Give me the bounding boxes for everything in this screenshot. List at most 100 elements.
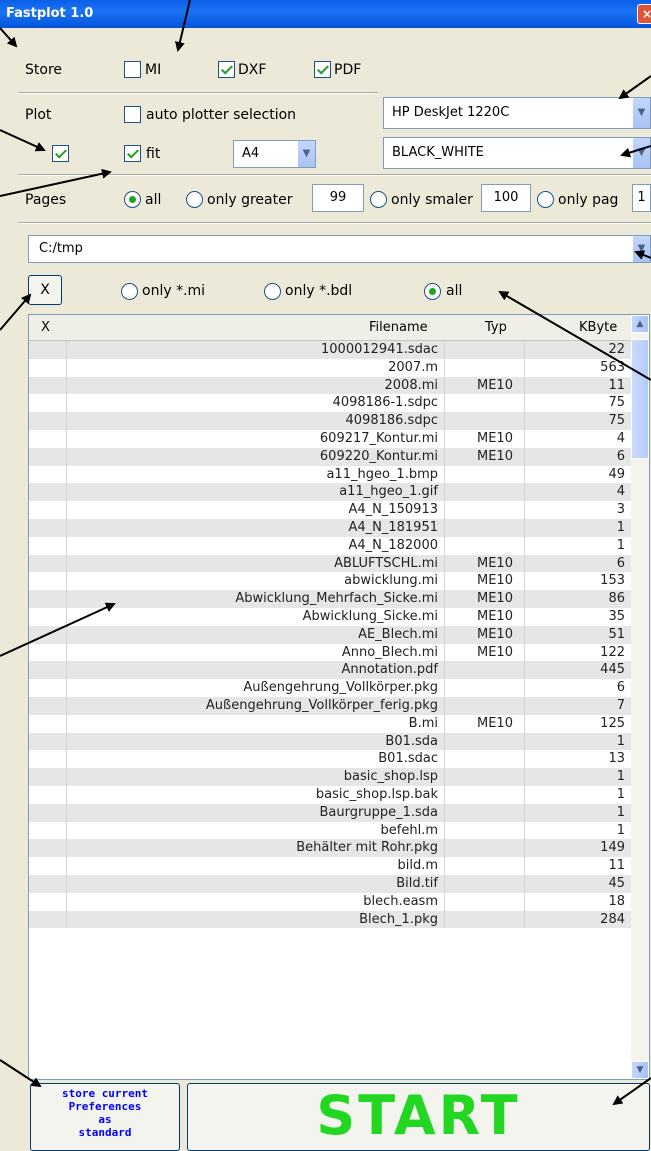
pages-label: Pages [25,192,67,208]
select-cell [29,554,67,573]
type-cell [445,732,525,751]
type-cell: ME10 [445,590,525,608]
plotter-select[interactable]: HP DeskJet 1220C ▼ [383,97,651,129]
table-row[interactable]: basic_shop.lsp.bak 1 [29,785,633,804]
size-cell: 75 [608,413,625,429]
filter-mi-radio[interactable] [121,283,138,300]
path-select[interactable]: C:/tmp ▼ [28,235,651,263]
pages-only-radio[interactable] [537,191,554,208]
table-row[interactable]: Abwicklung_Sicke.mi ME10 35 [29,607,633,626]
scroll-up-icon[interactable]: ▲ [631,315,649,333]
fit-checkbox[interactable] [124,145,141,162]
table-row[interactable]: blech.easm 18 [29,892,633,911]
table-row[interactable]: A4_N_181951 1 [29,518,633,537]
table-row[interactable]: B01.sda 1 [29,732,633,751]
store-dxf-checkbox[interactable] [218,61,235,78]
pages-only-input[interactable]: 1 [632,184,651,212]
table-row[interactable]: AE_Blech.mi ME10 51 [29,625,633,644]
col-header-typ[interactable]: Typ [485,320,507,335]
store-pdf-label: PDF [334,62,362,78]
type-cell: ME10 [445,572,525,591]
type-cell: ME10 [445,376,525,395]
color-mode-value: BLACK_WHITE [392,145,484,160]
table-row[interactable]: 2007.m 563 [29,358,633,377]
table-row[interactable]: abwicklung.mi ME10 153 [29,572,633,591]
table-row[interactable]: B01.sdac 13 [29,750,633,769]
select-cell [29,714,67,733]
select-cell [29,857,67,875]
filename-cell: A4_N_182000 [67,536,445,555]
pages-all-radio[interactable] [124,191,141,208]
filename-cell: 2007.m [67,358,445,377]
start-button[interactable]: START [187,1083,650,1151]
pages-greater-radio[interactable] [186,191,203,208]
pages-smaller-radio[interactable] [370,191,387,208]
clear-selection-button[interactable]: X [28,275,62,305]
file-table[interactable]: X Filename Typ KByte 1000012941.sdac 22 20… [28,314,650,1080]
select-cell [29,447,67,466]
table-row[interactable]: befehl.m 1 [29,821,633,840]
table-row[interactable]: a11_hgeo_1.gif 4 [29,483,633,502]
table-row[interactable]: Annotation.pdf 445 [29,661,633,680]
table-row[interactable]: Bild.tif 45 [29,874,633,893]
table-row[interactable]: a11_hgeo_1.bmp 49 [29,465,633,484]
pages-greater-input[interactable]: 99 [312,184,364,212]
chevron-down-icon[interactable]: ▼ [297,141,315,167]
table-row[interactable]: Außengehrung_Vollkörper_ferig.pkg 7 [29,696,633,715]
filter-all-radio[interactable] [424,283,441,300]
filter-bdl-radio[interactable] [264,283,281,300]
table-row[interactable]: 1000012941.sdac 22 [29,341,633,359]
table-row[interactable]: Behälter mit Rohr.pkg 149 [29,839,633,858]
store-mi-checkbox[interactable] [124,61,141,78]
divider [18,222,651,224]
size-cell: 1 [616,519,625,535]
filename-cell: AE_Blech.mi [67,625,445,644]
table-row[interactable]: Baurgruppe_1.sda 1 [29,803,633,822]
type-cell: ME10 [445,625,525,644]
select-cell [29,750,67,769]
filename-cell: Abwicklung_Sicke.mi [67,607,445,626]
table-row[interactable]: 609220_Kontur.mi ME10 6 [29,447,633,466]
chevron-down-icon[interactable]: ▼ [632,98,650,128]
store-mi-label: MI [145,62,162,78]
col-header-x[interactable]: X [41,320,50,335]
col-header-kbyte[interactable]: KByte [579,320,617,335]
color-mode-select[interactable]: BLACK_WHITE ▼ [383,137,651,169]
size-cell: 45 [608,875,625,891]
scroll-down-icon[interactable]: ▼ [631,1061,649,1079]
pages-only-label: only pag [558,192,619,208]
size-cell: 11 [608,858,625,874]
store-pdf-checkbox[interactable] [314,61,331,78]
col-header-filename[interactable]: Filename [369,320,428,335]
select-cell [29,768,67,786]
table-row[interactable]: basic_shop.lsp 1 [29,768,633,786]
table-row[interactable]: Anno_Blech.mi ME10 122 [29,643,633,662]
size-cell: 13 [608,751,625,767]
store-preferences-button[interactable]: store current Preferences as standard [30,1083,180,1151]
table-row[interactable]: Blech_1.pkg 284 [29,910,633,929]
size-cell: 75 [608,395,625,411]
table-row[interactable]: ABLUFTSCHL.mi ME10 6 [29,554,633,573]
table-row[interactable]: bild.m 11 [29,857,633,875]
filter-all-label: all [446,283,463,299]
table-row[interactable]: Abwicklung_Mehrfach_Sicke.mi ME10 86 [29,590,633,608]
table-row[interactable]: A4_N_150913 3 [29,501,633,519]
table-row[interactable]: A4_N_182000 1 [29,536,633,555]
table-row[interactable]: B.mi ME10 125 [29,714,633,733]
table-row[interactable]: Außengehrung_Vollkörper.pkg 6 [29,679,633,697]
plot-enable-checkbox[interactable] [52,145,69,162]
pages-smaller-input[interactable]: 100 [481,184,531,212]
scroll-thumb[interactable] [631,339,649,459]
paper-size-select[interactable]: A4 ▼ [233,140,316,168]
table-row[interactable]: 4098186-1.sdpc 75 [29,394,633,413]
table-row[interactable]: 4098186.sdpc 75 [29,412,633,430]
pages-all-label: all [145,192,162,208]
auto-plotter-checkbox[interactable] [124,106,141,123]
table-row[interactable]: 2008.mi ME10 11 [29,376,633,395]
chevron-down-icon[interactable]: ▼ [632,138,650,168]
close-icon[interactable]: × [637,4,651,24]
store-pref-line: store current [61,1087,149,1100]
vertical-scrollbar[interactable]: ▲ ▼ [631,315,649,1079]
chevron-down-icon[interactable]: ▼ [632,236,650,262]
table-row[interactable]: 609217_Kontur.mi ME10 4 [29,429,633,448]
